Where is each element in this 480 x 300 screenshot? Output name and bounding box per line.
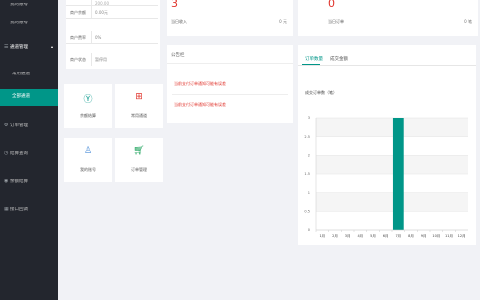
chart-title: 成交订单数（笔） [305, 90, 337, 95]
stat-number: 0 [328, 0, 335, 10]
tile-label: 常用通道 [131, 113, 147, 118]
grid-band [316, 174, 468, 193]
y-tick-label: 0 [308, 228, 310, 232]
sidebar-item-all-channels[interactable]: 全部通道 [0, 89, 58, 106]
order-count-chart: 0 0.5 1 1.5 2 2.5 3 1月 2月 3月 4月 5月 6月 7月 8月 9月 10月 11月 12月 [304, 116, 468, 238]
info-key: 商户状态 [70, 57, 86, 62]
tile-label: 订单管理 [131, 167, 147, 172]
stat-unit: 0 元 [279, 19, 287, 24]
grid-band [316, 136, 468, 156]
x-tick-label: 11月 [445, 233, 453, 238]
user-outline-icon: ♙ [83, 146, 93, 156]
stat-card-orders: 0 当日订单 0 笔 [298, 0, 478, 36]
y-tick-label: 2 [308, 154, 310, 158]
sidebar-item-label: 结算查询 [10, 151, 28, 156]
stat-card-income: 3 当日收入 0 元 [167, 0, 293, 36]
info-row-rate: 商户费率 0% [66, 31, 158, 44]
tile-label: 余额结算 [80, 113, 96, 118]
sidebar-item-balance[interactable]: ◉ 余额结算 [4, 179, 62, 185]
info-row-status: 商户状态 暂停用 [66, 53, 158, 66]
info-key: 商户余额 [70, 10, 86, 15]
x-tick-label: 12月 [458, 233, 466, 238]
x-tick-label: 9月 [421, 233, 427, 238]
sidebar: 我的账号 我的账号 ☰ 通道管理 ▴ 常用通道 全部通道 ⚙ 订单管理 ◷ 结算查询 … [0, 0, 58, 300]
info-key: 商户费率 [70, 35, 86, 40]
tile-common-channels[interactable]: ⊞ 常用通道 [115, 84, 163, 128]
grid-band [316, 155, 468, 174]
x-tick-label: 6月 [383, 233, 389, 238]
x-tick-label: 7月 [395, 233, 401, 238]
info-row-withdraw: 商户余额 0.00元 [66, 6, 158, 19]
cart-icon: 🛒︎ [133, 146, 145, 156]
sidebar-item-callback[interactable]: ▦接口回调 [4, 207, 62, 213]
x-tick-label: 10月 [432, 233, 440, 238]
chevron-up-icon: ▴ [50, 44, 53, 49]
tile-order-manage[interactable]: 🛒︎ 订单管理 [115, 138, 163, 182]
sidebar-item-account[interactable]: 我的账号 [10, 3, 68, 8]
sidebar-group-channels[interactable]: ☰ 通道管理 ▴ [0, 40, 58, 56]
tab-order-count[interactable]: 订单数量 [305, 56, 323, 62]
y-tick-label: 3 [308, 116, 310, 120]
sidebar-item-common-channels[interactable]: 常用通道 [12, 72, 70, 77]
yen-circle-icon: Ⓨ [83, 95, 93, 105]
info-value: 暂停用 [95, 57, 107, 62]
bar-7月[interactable] [392, 118, 404, 230]
sidebar-item-label: 余额结算 [10, 179, 28, 184]
sidebar-item-orders[interactable]: ⚙ 订单管理 [4, 123, 62, 129]
tab-deal-amount[interactable]: 成交金额 [330, 56, 348, 62]
announcement-item[interactable]: 当前支付订单通知可能有误差 [174, 81, 226, 87]
y-tick-label: 1.5 [304, 172, 310, 176]
announcement-title: 公告栏 [171, 53, 185, 58]
stat-unit: 0 笔 [464, 19, 472, 24]
stat-label: 当日订单 [328, 19, 344, 24]
y-tick-label: 0.5 [304, 210, 310, 214]
stat-label: 当日收入 [171, 19, 187, 24]
tile-label: 我的账号 [80, 167, 96, 172]
stat-number: 3 [171, 0, 178, 10]
announcement-item[interactable]: 当前支付订单通知可能有误差 [174, 102, 226, 108]
x-tick-label: 2月 [332, 233, 338, 238]
sidebar-group-label: 通道管理 [10, 45, 28, 50]
y-tick-label: 2.5 [304, 135, 310, 139]
grid-band [316, 211, 468, 230]
grid-band [316, 192, 468, 212]
sidebar-item-settlement[interactable]: ◷ 结算查询 [4, 151, 62, 157]
grid-band [316, 118, 468, 137]
x-tick-label: 5月 [370, 233, 376, 238]
x-tick-label: 3月 [345, 233, 351, 238]
qr-grid-icon: ⊞ [135, 92, 143, 102]
sidebar-item-account-2[interactable]: 我的账号 [10, 21, 68, 26]
x-tick-label: 4月 [357, 233, 363, 238]
y-tick-label: 1 [308, 191, 310, 195]
sidebar-item-label: 订单管理 [10, 123, 28, 128]
x-tick-label: 8月 [408, 233, 414, 238]
info-value: 0% [95, 35, 102, 40]
sidebar-item-label: 接口回调 [10, 207, 28, 212]
x-tick-label: 1月 [319, 233, 325, 238]
info-value: 0.00元 [95, 10, 108, 15]
account-info-card: 200.00 商户余额 0.00元 商户费率 0% 商户状态 暂停用 [66, 0, 160, 69]
tile-balance-settle[interactable]: Ⓨ 余额结算 [64, 84, 112, 128]
tile-my-account[interactable]: ♙ 我的账号 [64, 138, 112, 182]
